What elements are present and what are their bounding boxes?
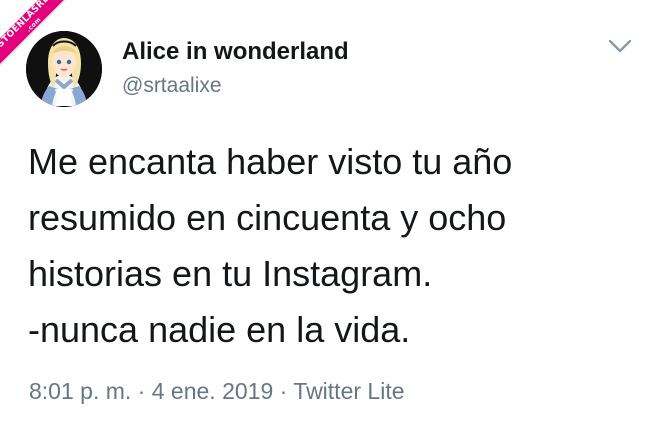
tweet-metadata: 8:01 p. m. · 4 ene. 2019 · Twitter Lite [29,376,405,406]
tweet-header: Alice in wonderland @srtaalixe [122,38,349,98]
chevron-down-icon [608,39,632,53]
watermark-ribbon: VISTOENLASREDES .com [0,0,84,84]
metadata-separator: · [137,378,146,404]
metadata-separator: · [279,378,288,404]
tweet-text: Me encanta haber visto tu año resumido e… [28,141,513,350]
display-name[interactable]: Alice in wonderland [122,38,349,66]
watermark-label: VISTOENLASREDES .com [0,0,84,77]
tweet-source[interactable]: Twitter Lite [293,378,404,404]
tweet-time[interactable]: 8:01 p. m. [29,378,131,404]
more-options-button[interactable] [605,33,635,59]
tweet-date[interactable]: 4 ene. 2019 [152,378,274,404]
username-handle[interactable]: @srtaalixe [122,73,349,98]
tweet-card: VISTOENLASREDES .com Alice in wonderland… [0,0,660,440]
